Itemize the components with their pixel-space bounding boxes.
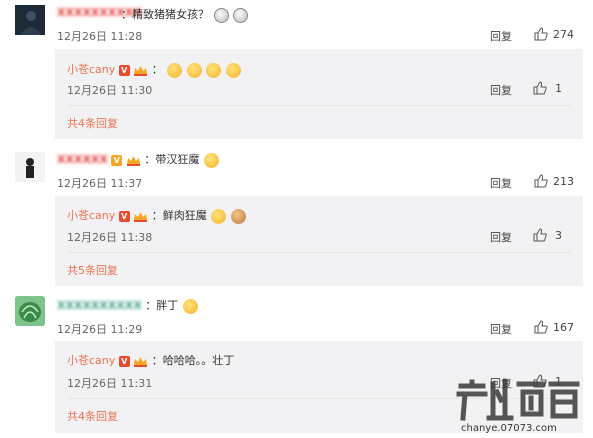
emoji-icon <box>182 298 198 314</box>
emoji-icon <box>167 62 183 78</box>
comment-text: XXXXXXXXXX ：胖丁 <box>57 297 198 314</box>
emoji-icon <box>203 152 219 168</box>
emoji-icon <box>233 7 248 23</box>
like-icon[interactable] <box>534 174 548 188</box>
verified-v-icon: V <box>118 64 130 76</box>
emoji-icon <box>230 208 246 224</box>
divider <box>67 105 571 106</box>
avatar[interactable] <box>15 152 45 182</box>
site-watermark: chanye.07073.com <box>456 379 580 434</box>
reply-text: 小苍cany V ： <box>67 61 241 78</box>
reply-box: 小苍cany V ：鲜肉狂魔 12月26日 11:38 回复 3 共5条回复 <box>55 196 583 286</box>
member-crown-icon <box>126 155 140 166</box>
reply-author-name[interactable]: 小苍cany <box>67 354 115 367</box>
like-icon[interactable] <box>534 320 548 334</box>
like-count: 213 <box>553 175 574 188</box>
member-crown-icon <box>134 65 148 76</box>
reply-text: 小苍cany V ：哈哈哈。。壮丁 <box>67 354 235 367</box>
emoji-icon <box>211 208 227 224</box>
comment-time: 12月26日 11:37 <box>57 177 143 190</box>
verified-v-icon: V <box>118 210 130 222</box>
like-count: 3 <box>555 229 562 242</box>
like-count: 167 <box>553 321 574 334</box>
like-icon[interactable] <box>533 228 547 242</box>
reply-button[interactable]: 回复 <box>490 28 512 44</box>
emoji-icon <box>213 7 229 23</box>
avatar[interactable] <box>15 296 45 326</box>
divider <box>67 252 571 253</box>
member-crown-icon <box>134 211 148 222</box>
member-crown-icon <box>134 356 148 367</box>
more-replies-link[interactable]: 共5条回复 <box>67 262 118 278</box>
like-icon[interactable] <box>533 81 547 95</box>
comment-time: 12月26日 11:28 <box>57 30 143 43</box>
reply-time: 12月26日 11:31 <box>67 377 153 390</box>
commenter-name[interactable]: XXXXXX <box>57 153 108 166</box>
more-replies-link[interactable]: 共4条回复 <box>67 408 118 424</box>
reply-author-name[interactable]: 小苍cany <box>67 209 115 222</box>
comment-time: 12月26日 11:29 <box>57 323 143 336</box>
avatar[interactable] <box>15 5 45 35</box>
like-count: 1 <box>555 82 562 95</box>
comment-text: ：精致猪猪女孩？ <box>121 6 248 23</box>
verified-v-icon: V <box>111 154 123 166</box>
reply-box: 小苍cany V ： 12月26日 11:30 回复 1 共4条回复 <box>55 49 583 139</box>
reply-time: 12月26日 11:30 <box>67 84 153 97</box>
verified-v-icon: V <box>118 355 130 367</box>
reply-button[interactable]: 回复 <box>490 321 512 337</box>
like-icon[interactable] <box>534 27 548 41</box>
emoji-icon <box>206 62 222 78</box>
reply-time: 12月26日 11:38 <box>67 231 153 244</box>
reply-button[interactable]: 回复 <box>490 229 512 245</box>
like-count: 274 <box>553 28 574 41</box>
commenter-name[interactable]: XXXXXXXXXX <box>57 299 142 312</box>
reply-text: 小苍cany V ：鲜肉狂魔 <box>67 207 246 224</box>
comment-text: XXXXXX V ：带汉狂魔 <box>57 151 219 168</box>
emoji-icon <box>186 62 202 78</box>
reply-author-name[interactable]: 小苍cany <box>67 63 115 76</box>
reply-button[interactable]: 回复 <box>490 175 512 191</box>
reply-button[interactable]: 回复 <box>490 82 512 98</box>
more-replies-link[interactable]: 共4条回复 <box>67 115 118 131</box>
svg-text:chanye.07073.com: chanye.07073.com <box>461 423 557 434</box>
emoji-icon <box>225 62 241 78</box>
